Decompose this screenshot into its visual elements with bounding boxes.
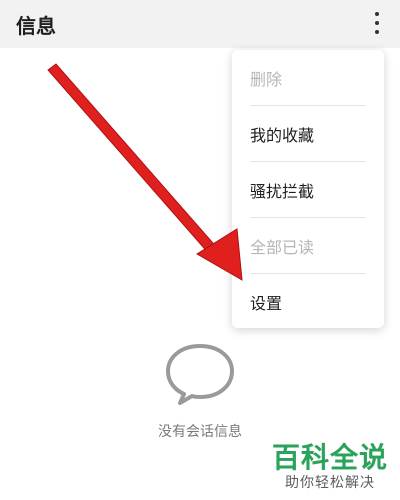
app-bar: 信息 — [0, 0, 400, 48]
more-vertical-icon[interactable] — [368, 9, 386, 37]
menu-item-harassment-block[interactable]: 骚扰拦截 — [232, 162, 384, 218]
overflow-menu: 删除 我的收藏 骚扰拦截 全部已读 设置 — [232, 50, 384, 328]
menu-item-label: 全部已读 — [250, 238, 315, 257]
watermark-brand: 百科全说 — [271, 441, 388, 474]
page-title: 信息 — [16, 14, 56, 38]
menu-item-settings[interactable]: 设置 — [232, 274, 384, 330]
watermark-subtitle: 助你轻松解决 — [285, 475, 375, 491]
overflow-dot — [375, 30, 379, 34]
menu-item-label: 骚扰拦截 — [250, 182, 315, 201]
menu-item-label: 设置 — [250, 294, 283, 313]
overflow-dot — [375, 12, 379, 16]
menu-item-favorites[interactable]: 我的收藏 — [232, 106, 384, 162]
chat-bubble-icon — [166, 344, 234, 405]
menu-item-label: 我的收藏 — [250, 126, 315, 145]
overflow-dot — [375, 21, 379, 25]
menu-item-mark-all-read: 全部已读 — [232, 218, 384, 274]
menu-item-label: 删除 — [250, 70, 283, 89]
menu-item-delete: 删除 — [232, 50, 384, 106]
